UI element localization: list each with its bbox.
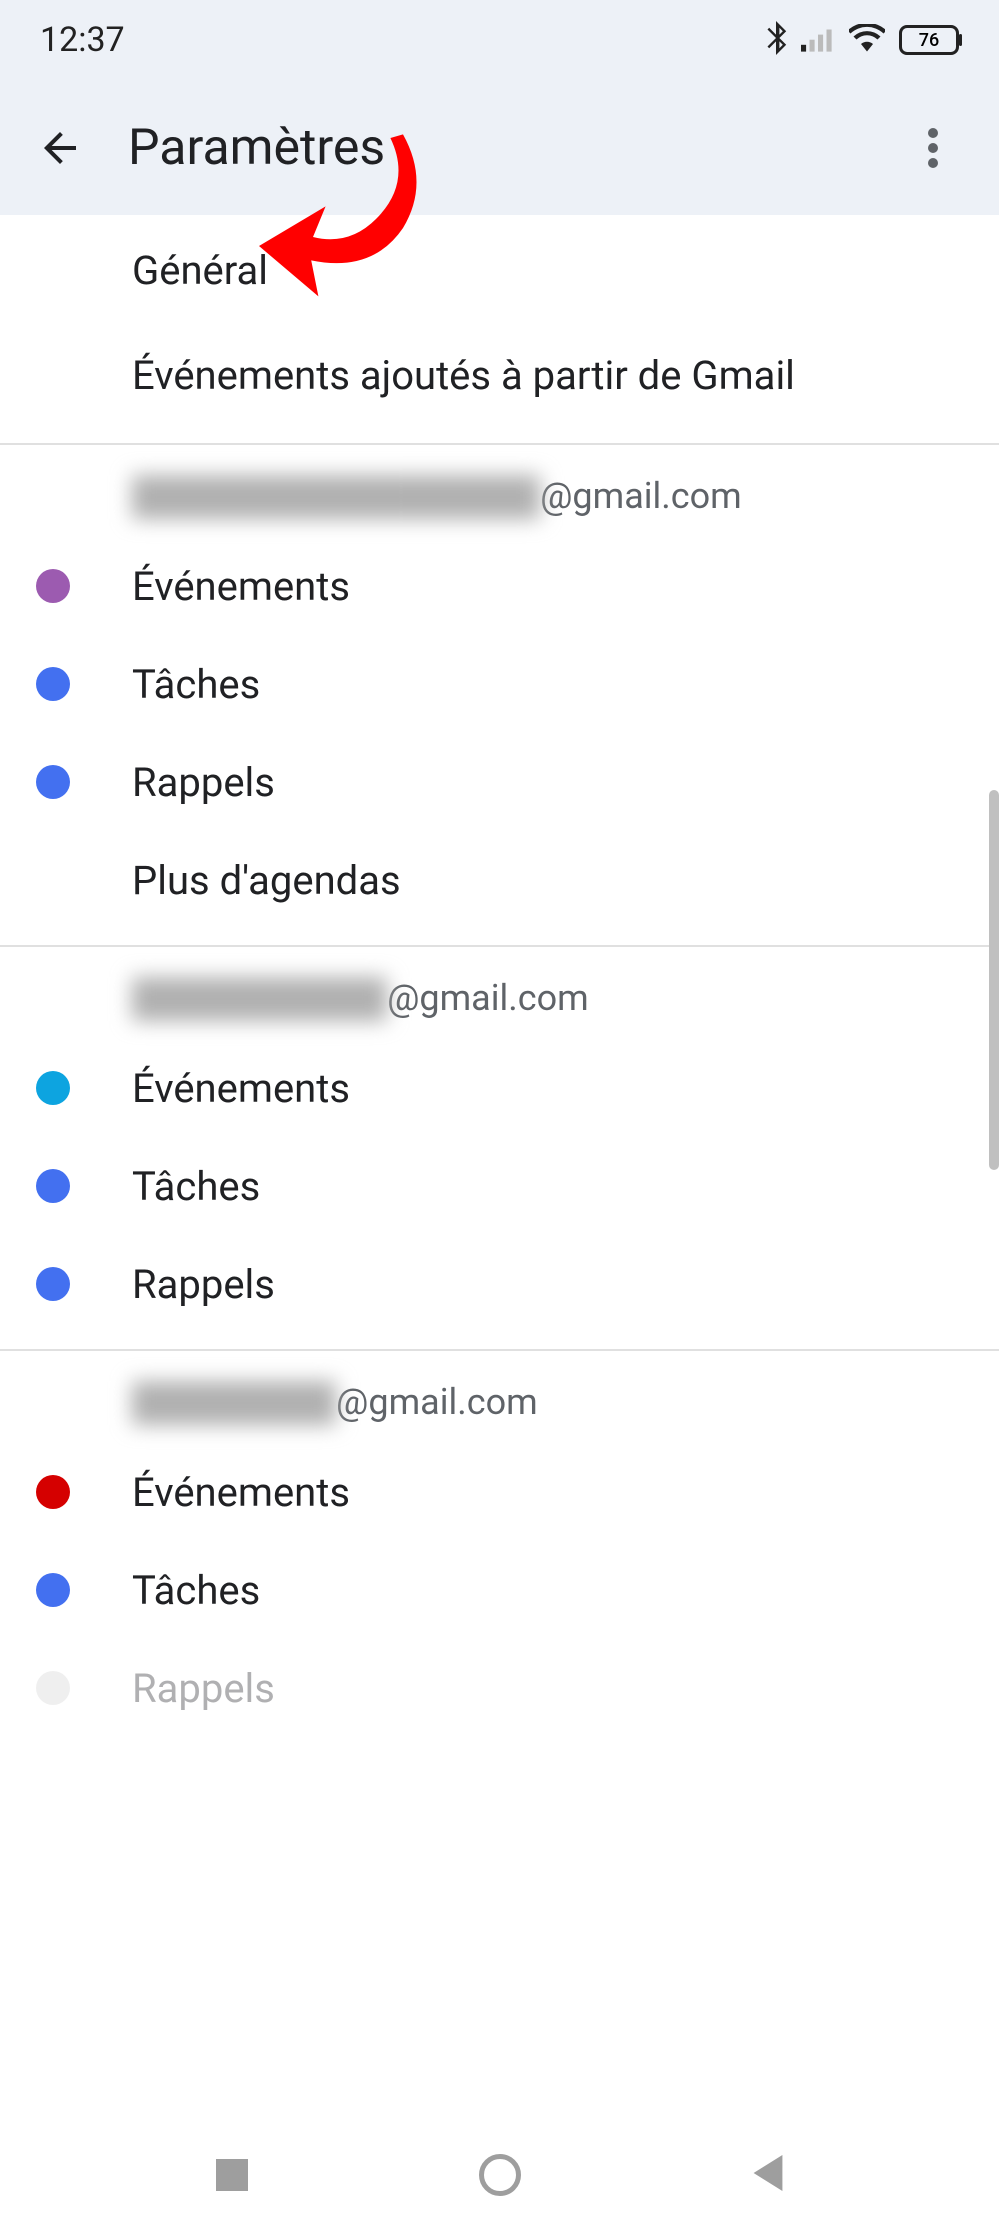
tasks-label: Tâches	[132, 1567, 260, 1614]
gmail-events-row[interactable]: Événements ajoutés à partir de Gmail	[0, 325, 999, 425]
system-nav-bar	[0, 2130, 999, 2220]
reminders-label: Rappels	[132, 759, 275, 806]
account1-reminders-row[interactable]: Rappels	[0, 733, 999, 831]
events-label: Événements	[132, 1065, 350, 1112]
account1-tasks-row[interactable]: Tâches	[0, 635, 999, 733]
general-label: Général	[132, 247, 268, 294]
account3-tasks-row[interactable]: Tâches	[0, 1541, 999, 1639]
color-dot-icon	[36, 569, 70, 603]
account1-events-row[interactable]: Événements	[0, 537, 999, 635]
arrow-left-icon	[36, 124, 84, 172]
color-dot-icon	[36, 1267, 70, 1301]
color-dot-icon	[36, 1475, 70, 1509]
more-calendars-label: Plus d'agendas	[132, 857, 401, 904]
account-email-3: ████████@gmail.com	[0, 1351, 999, 1443]
status-right-icons: 76	[765, 21, 959, 59]
account2-reminders-row[interactable]: Rappels	[0, 1235, 999, 1333]
account-email-1: ████████████████@gmail.com	[0, 445, 999, 537]
account2-events-row[interactable]: Événements	[0, 1039, 999, 1137]
top-section: Général Événements ajoutés à partir de G…	[0, 215, 999, 445]
account-section-2: ██████████@gmail.com Événements Tâches R…	[0, 947, 999, 1351]
nav-home-icon[interactable]	[479, 2154, 521, 2196]
color-dot-icon	[36, 1071, 70, 1105]
general-row[interactable]: Général	[0, 215, 999, 325]
gmail-events-label: Événements ajoutés à partir de Gmail	[132, 352, 795, 399]
app-header: Paramètres	[0, 80, 999, 215]
color-dot-icon	[36, 765, 70, 799]
reminders-label: Rappels	[132, 1261, 275, 1308]
battery-level: 76	[919, 30, 939, 51]
color-dot-icon	[36, 1573, 70, 1607]
account2-tasks-row[interactable]: Tâches	[0, 1137, 999, 1235]
events-label: Événements	[132, 1469, 350, 1516]
color-dot-icon	[36, 1671, 70, 1705]
nav-recents-icon[interactable]	[216, 2159, 248, 2191]
account3-reminders-row[interactable]: Rappels	[0, 1639, 999, 1737]
account-section-1: ████████████████@gmail.com Événements Tâ…	[0, 445, 999, 947]
battery-icon: 76	[899, 25, 959, 55]
redacted-text: ████████	[132, 1381, 336, 1423]
account-section-3: ████████@gmail.com Événements Tâches Rap…	[0, 1351, 999, 1737]
tasks-label: Tâches	[132, 1163, 260, 1210]
nav-back-icon[interactable]	[753, 2155, 783, 2195]
redacted-text: ██████████	[132, 977, 387, 1019]
account3-events-row[interactable]: Événements	[0, 1443, 999, 1541]
redacted-text: ████████████████	[132, 475, 540, 517]
overflow-menu-button[interactable]	[903, 118, 963, 178]
back-button[interactable]	[30, 118, 90, 178]
color-dot-icon	[36, 667, 70, 701]
wifi-icon	[849, 24, 885, 56]
account1-more-calendars-row[interactable]: Plus d'agendas	[0, 831, 999, 929]
status-time: 12:37	[40, 20, 125, 60]
bluetooth-icon	[765, 21, 787, 59]
events-label: Événements	[132, 563, 350, 610]
reminders-label: Rappels	[132, 1665, 275, 1712]
signal-icon	[801, 24, 835, 56]
page-title: Paramètres	[128, 119, 903, 177]
account-email-2: ██████████@gmail.com	[0, 947, 999, 1039]
more-vert-icon	[928, 128, 938, 168]
status-bar: 12:37 76	[0, 0, 999, 80]
scrollbar-thumb[interactable]	[989, 790, 999, 1170]
color-dot-icon	[36, 1169, 70, 1203]
tasks-label: Tâches	[132, 661, 260, 708]
